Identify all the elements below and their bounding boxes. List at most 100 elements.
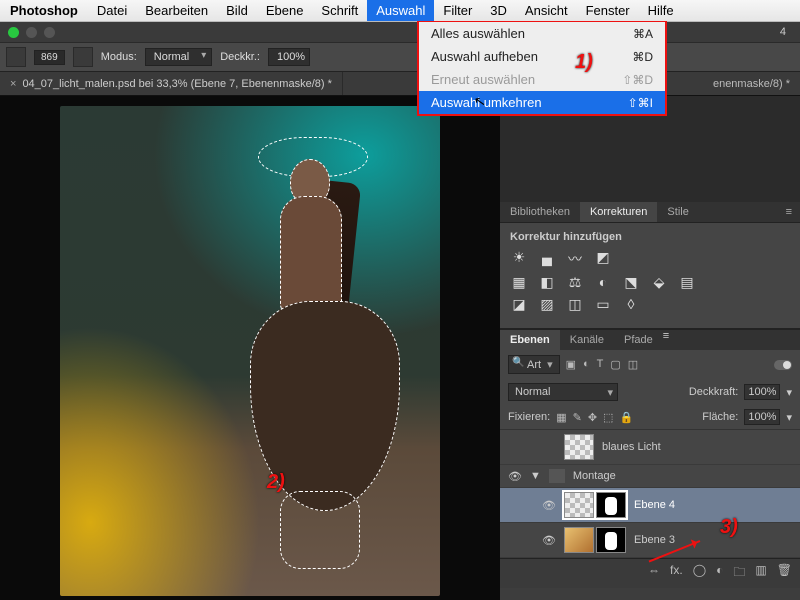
posterize-icon[interactable]: ▨	[538, 296, 556, 313]
lock-pixels-icon[interactable]: ✎	[573, 411, 582, 424]
layer-ebene-4[interactable]: 👁 Ebene 4	[500, 488, 800, 523]
menu-item-alles-auswaehlen[interactable]: Alles auswählen ⌘A	[419, 22, 665, 45]
panel-menu-icon[interactable]: ≡	[778, 202, 800, 222]
lock-icons: ▦ ✎ ✥ ⬚ 🔒	[556, 411, 633, 424]
invert-icon[interactable]: ◪	[510, 296, 528, 313]
close-tab-icon[interactable]: ×	[10, 78, 16, 90]
tab-ebenen[interactable]: Ebenen	[500, 330, 560, 350]
visibility-toggle[interactable]: 👁	[542, 534, 556, 547]
canvas[interactable]: 2)	[0, 96, 500, 600]
adjust-panel-tabs: Bibliotheken Korrekturen Stile ≡	[500, 202, 800, 223]
channelmixer-icon[interactable]: ⬙	[650, 274, 668, 291]
document-tab-main[interactable]: × 04_07_licht_malen.psd bei 33,3% (Ebene…	[0, 72, 343, 95]
lock-position-icon[interactable]: ✥	[588, 411, 597, 424]
disclosure-triangle-icon[interactable]: ▼	[530, 470, 541, 482]
adjustments-panel: Korrektur hinzufügen ☀ ▄ 〰 ◩ ▦ ◧ ⚖ ◐ ⬔ ⬙…	[500, 223, 800, 328]
tab-korrekturen[interactable]: Korrekturen	[580, 202, 657, 222]
layer-filter-icons: ▣ ◐ T ▢ ◫	[566, 358, 639, 371]
mode-label: Modus:	[101, 51, 137, 63]
annotation-2: 2)	[267, 471, 285, 494]
menu-auswahl[interactable]: Auswahl	[367, 0, 434, 21]
filter-smart-icon[interactable]: ◫	[628, 358, 638, 371]
lock-all-icon[interactable]: 🔒	[619, 411, 633, 424]
group-icon[interactable]: 🗀	[733, 563, 745, 584]
menu-fenster[interactable]: Fenster	[577, 0, 639, 21]
adjust-title: Korrektur hinzufügen	[510, 231, 790, 243]
filter-pixel-icon[interactable]: ▣	[566, 358, 576, 371]
photofilter-icon[interactable]: ⬔	[622, 274, 640, 291]
lock-artboard-icon[interactable]: ⬚	[603, 411, 613, 424]
document-tab-secondary[interactable]: enenmaske/8) *	[703, 78, 800, 90]
filter-type-icon[interactable]: T	[597, 358, 604, 371]
visibility-toggle[interactable]: 👁	[508, 470, 522, 483]
layer-blend-select[interactable]: Normal	[508, 383, 618, 401]
mask-thumb-icon	[596, 492, 626, 518]
brush-size-value[interactable]: 869	[34, 50, 65, 65]
menu-item-auswahl-aufheben[interactable]: Auswahl aufheben ⌘D	[419, 45, 665, 68]
opacity-stepper-icon[interactable]: ▾	[786, 386, 792, 399]
traffic-light-min-icon[interactable]	[26, 27, 37, 38]
layer-opacity-value[interactable]: 100%	[744, 384, 780, 400]
menu-datei[interactable]: Datei	[88, 0, 136, 21]
brush-preset-icon[interactable]	[73, 47, 93, 67]
brush-preview-icon[interactable]	[6, 47, 26, 67]
threshold-icon[interactable]: ◫	[566, 296, 584, 313]
colorbalance-icon[interactable]: ⚖	[566, 274, 584, 291]
hue-icon[interactable]: ◧	[538, 274, 556, 291]
trash-icon[interactable]: 🗑	[777, 563, 792, 584]
auswahl-menu: Alles auswählen ⌘A Auswahl aufheben ⌘D E…	[417, 22, 667, 116]
layer-kind-filter[interactable]: Art	[508, 355, 560, 374]
brightness-icon[interactable]: ☀	[510, 249, 528, 269]
selection-legs	[280, 491, 360, 569]
menu-3d[interactable]: 3D	[481, 0, 516, 21]
menu-bild[interactable]: Bild	[217, 0, 257, 21]
layer-ebene-3[interactable]: 👁 Ebene 3	[500, 523, 800, 558]
lut-icon[interactable]: ▤	[678, 274, 696, 291]
layer-blaues-licht[interactable]: blaues Licht	[500, 430, 800, 465]
menu-filter[interactable]: Filter	[434, 0, 481, 21]
gradientmap-icon[interactable]: ▭	[594, 296, 612, 313]
curves-icon[interactable]: 〰	[566, 249, 584, 269]
filter-adjust-icon[interactable]: ◐	[583, 358, 590, 371]
layers-menu-icon[interactable]: ≡	[663, 330, 669, 350]
app-name: Photoshop	[0, 3, 88, 18]
tab-kanaele[interactable]: Kanäle	[560, 330, 614, 350]
layer-group-montage[interactable]: 👁 ▼ Montage	[500, 465, 800, 488]
opacity-value[interactable]: 100%	[268, 48, 310, 66]
vibrance-icon[interactable]: ▦	[510, 274, 528, 291]
fx-icon[interactable]: fx.	[670, 563, 683, 584]
tab-bibliotheken[interactable]: Bibliotheken	[500, 202, 580, 222]
exposure-icon[interactable]: ◩	[594, 249, 612, 269]
adjustlayer-icon[interactable]: ◐	[716, 563, 723, 584]
blend-mode-select[interactable]: Normal	[145, 48, 212, 66]
secondary-tab-hint: 4	[780, 26, 786, 38]
annotation-1: 1)	[575, 51, 593, 74]
menu-hilfe[interactable]: Hilfe	[639, 0, 683, 21]
traffic-light-max-icon[interactable]	[44, 27, 55, 38]
menu-ebene[interactable]: Ebene	[257, 0, 313, 21]
fill-stepper-icon[interactable]: ▾	[786, 411, 792, 424]
filter-shape-icon[interactable]: ▢	[610, 358, 620, 371]
mask-icon[interactable]: ◯	[693, 563, 706, 584]
bw-icon[interactable]: ◐	[594, 274, 612, 291]
menu-item-auswahl-umkehren[interactable]: Auswahl umkehren ⇧⌘I	[419, 91, 665, 114]
tab-pfade[interactable]: Pfade	[614, 330, 663, 350]
selective-icon[interactable]: ◊	[622, 296, 640, 313]
layer-list: blaues Licht 👁 ▼ Montage 👁 Ebene 4	[500, 430, 800, 558]
visibility-toggle[interactable]: 👁	[542, 499, 556, 512]
layer-thumb-icon	[564, 492, 594, 518]
workspace: 2) Bibliotheken Korrekturen Stile ≡ Korr…	[0, 96, 800, 600]
newlayer-icon[interactable]: ▥	[755, 563, 766, 584]
adjust-icon-row-3: ◪ ▨ ◫ ▭ ◊	[510, 296, 790, 313]
traffic-light-close-icon[interactable]	[8, 27, 19, 38]
menu-schrift[interactable]: Schrift	[312, 0, 367, 21]
menu-ansicht[interactable]: Ansicht	[516, 0, 577, 21]
tab-stile[interactable]: Stile	[657, 202, 698, 222]
link-layers-icon[interactable]: ⇔	[648, 563, 660, 584]
filter-toggle[interactable]	[774, 360, 792, 370]
menu-bearbeiten[interactable]: Bearbeiten	[136, 0, 217, 21]
lock-transparency-icon[interactable]: ▦	[556, 411, 566, 424]
fill-value[interactable]: 100%	[744, 409, 780, 425]
levels-icon[interactable]: ▄	[538, 249, 556, 269]
opacity-label: Deckkr.:	[220, 51, 260, 63]
